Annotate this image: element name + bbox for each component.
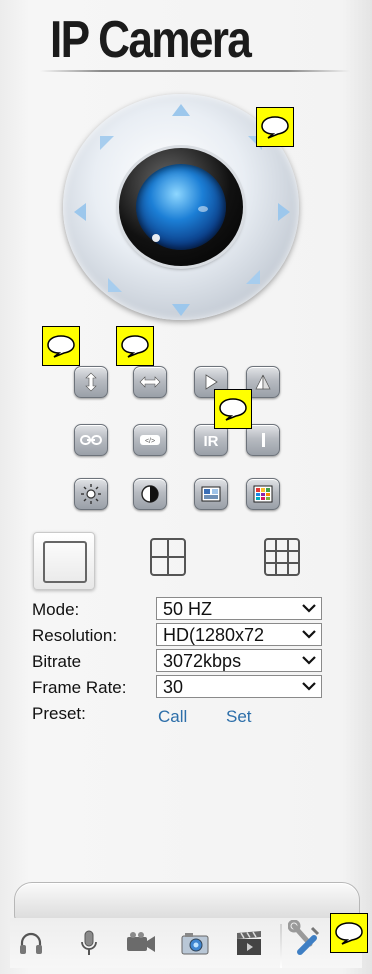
frame-rate-select[interactable]: 30 [156, 675, 322, 698]
snapshot-button[interactable] [178, 926, 212, 960]
bitrate-label: Bitrate [32, 652, 82, 671]
nine-view-icon [264, 538, 300, 576]
microphone-icon [81, 930, 97, 955]
brightness-button[interactable] [74, 478, 108, 510]
hue-button[interactable] [194, 478, 228, 510]
mirror-triangle-icon [255, 374, 271, 390]
lens-highlight-2 [198, 206, 208, 212]
brightness-icon [81, 484, 101, 504]
contrast-icon [141, 485, 159, 503]
layout-single-button[interactable] [33, 532, 95, 590]
record-button[interactable] [124, 926, 158, 960]
layout-nine-button[interactable] [264, 538, 300, 581]
bitrate-select[interactable]: 3072kbps [156, 649, 322, 672]
settings-wrench-icon [288, 920, 320, 955]
annotation-bubble [330, 913, 368, 953]
contrast-button[interactable] [133, 478, 167, 510]
hue-icon [201, 486, 221, 502]
code-button[interactable]: </> [133, 424, 167, 456]
speech-bubble-icon [47, 335, 75, 358]
speech-bubble-icon [261, 116, 289, 139]
resolution-value: HD(1280x72 [163, 625, 265, 645]
link-button[interactable] [74, 424, 108, 456]
flip-vertical-icon [85, 372, 97, 392]
chevron-down-icon [302, 630, 316, 639]
code-icon: </> [140, 435, 160, 445]
layout-quad-button[interactable] [150, 538, 186, 581]
preset-set-link[interactable]: Set [226, 707, 252, 727]
toolbar-divider [280, 924, 282, 968]
video-record-icon [127, 932, 155, 952]
single-view-icon [43, 541, 87, 583]
chevron-down-icon [302, 604, 316, 613]
chevron-down-icon [302, 682, 316, 691]
ptz-left-arrow[interactable] [74, 203, 86, 221]
speech-bubble-icon [335, 922, 363, 945]
preset-label: Preset: [32, 704, 86, 723]
annotation-bubble [116, 326, 154, 366]
talk-button[interactable] [72, 926, 106, 960]
bitrate-value: 3072kbps [163, 651, 242, 671]
lens-highlight [152, 234, 160, 242]
speech-bubble-icon [121, 335, 149, 358]
settings-button[interactable] [288, 920, 322, 956]
snapshot-icon [181, 933, 209, 955]
ir-icon: IR [204, 433, 219, 449]
quad-view-icon [150, 538, 186, 576]
speech-bubble-icon [219, 398, 247, 421]
annotation-bubble [214, 389, 252, 429]
headphones-icon [20, 932, 42, 954]
title-divider [40, 70, 350, 72]
mirror-horizontal-button[interactable] [133, 366, 167, 398]
resolution-select[interactable]: HD(1280x72 [156, 623, 322, 646]
saturation-icon [253, 485, 273, 503]
status-bar [14, 882, 360, 920]
saturation-button[interactable] [246, 478, 280, 510]
clapperboard-icon [237, 931, 261, 955]
audio-listen-button[interactable] [14, 926, 48, 960]
svg-text:</>: </> [145, 438, 155, 445]
clip-button[interactable] [232, 926, 266, 960]
frame-rate-label: Frame Rate: [32, 678, 127, 697]
mirror-horizontal-icon [139, 376, 161, 388]
camera-lens-glass [136, 164, 226, 250]
mode-select[interactable]: 50 HZ [156, 597, 322, 620]
flip-vertical-button[interactable] [74, 366, 108, 398]
ptz-up-arrow[interactable] [172, 104, 190, 116]
frame-rate-value: 30 [163, 677, 184, 697]
ptz-right-arrow[interactable] [278, 203, 290, 221]
svg-text:IR: IR [204, 433, 219, 449]
ir-off-icon [262, 433, 265, 447]
app-title: IP Camera [50, 11, 252, 69]
mode-label: Mode: [32, 600, 80, 619]
preset-call-link[interactable]: Call [158, 707, 187, 727]
link-icon [80, 435, 102, 445]
annotation-bubble [256, 107, 294, 147]
ptz-down-arrow[interactable] [172, 304, 190, 316]
annotation-bubble [42, 326, 80, 366]
mode-value: 50 HZ [163, 599, 213, 619]
resolution-label: Resolution: [32, 626, 118, 645]
chevron-down-icon [302, 656, 316, 665]
